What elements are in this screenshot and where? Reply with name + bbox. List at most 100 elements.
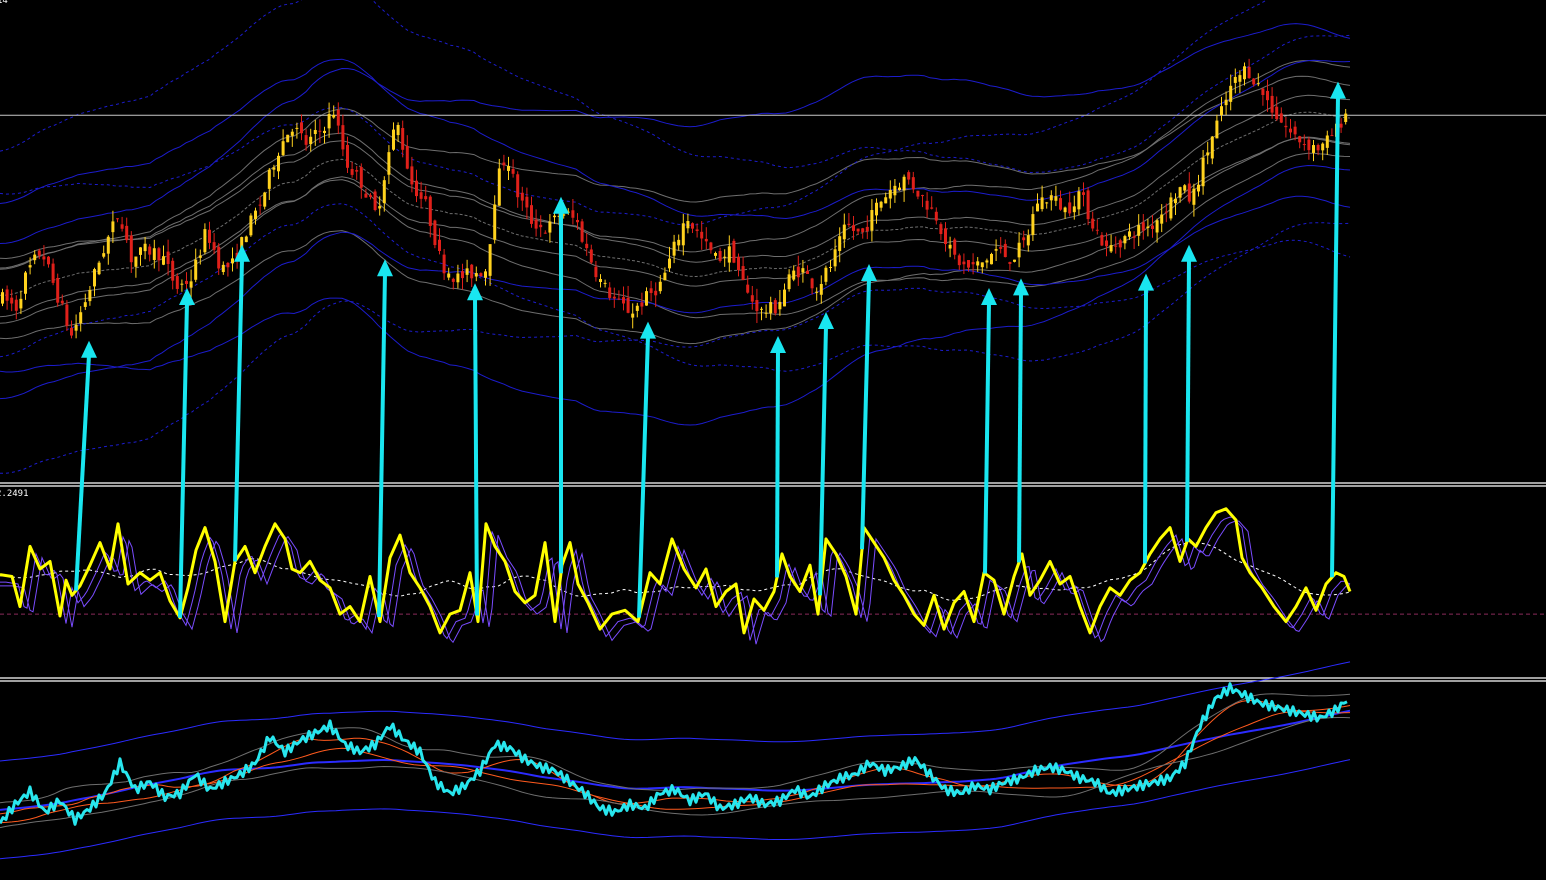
- candle-body: [631, 313, 635, 318]
- candle-body: [350, 169, 354, 175]
- candle-body: [1169, 197, 1173, 219]
- candle-body: [1123, 236, 1127, 244]
- signal-arrow-shaft: [233, 258, 244, 562]
- candle-body: [152, 248, 156, 260]
- candle-body: [19, 298, 23, 309]
- candle-body: [451, 278, 455, 282]
- candle-body: [888, 189, 892, 199]
- candle-body: [1302, 144, 1306, 146]
- candle-body: [194, 259, 198, 280]
- candle-body: [1137, 225, 1141, 236]
- candle-body: [911, 177, 915, 190]
- candle-body: [1155, 220, 1159, 233]
- candle-body: [1330, 135, 1334, 137]
- candle-body: [704, 238, 708, 242]
- candle-body: [649, 288, 653, 293]
- candle-body: [934, 211, 938, 221]
- candle-body: [571, 210, 575, 218]
- candle-body: [525, 196, 529, 208]
- signal-arrow-shaft: [178, 301, 189, 618]
- candle-body: [842, 224, 846, 240]
- candle-body: [1022, 237, 1026, 241]
- candle-body: [967, 260, 970, 268]
- candle-body: [410, 166, 414, 185]
- candle-body: [539, 224, 543, 228]
- candle-body: [419, 192, 423, 199]
- candle-body: [691, 223, 694, 229]
- envelope-band: [0, 0, 1351, 174]
- candle-body: [773, 300, 777, 314]
- signal-arrow-shaft: [637, 335, 650, 618]
- candle-body: [1187, 183, 1191, 202]
- price-scale-label: 14: [0, 0, 8, 6]
- candle-body: [677, 239, 681, 246]
- signal-arrow-shaft: [1185, 258, 1191, 542]
- candle-body: [424, 196, 428, 200]
- candle-body: [212, 242, 216, 250]
- candle-body: [405, 146, 409, 169]
- candle-body: [1206, 152, 1210, 156]
- candle-body: [1289, 128, 1292, 133]
- candle-body: [1164, 211, 1168, 213]
- candle-body: [1003, 243, 1007, 258]
- candle-body: [171, 260, 175, 281]
- candle-body: [1031, 214, 1035, 235]
- candle-body: [231, 258, 234, 264]
- candle-body: [37, 250, 41, 256]
- candle-body: [576, 219, 579, 223]
- lower-moving-average: [0, 711, 1351, 824]
- candle-body: [622, 297, 625, 304]
- candle-body: [373, 191, 377, 210]
- candle-body: [364, 193, 368, 198]
- candle-body: [14, 299, 18, 311]
- candle-body: [1201, 157, 1205, 187]
- candle-body: [1233, 76, 1237, 83]
- candle-body: [1114, 245, 1118, 247]
- candle-body: [654, 290, 658, 296]
- candle-body: [603, 282, 607, 284]
- candle-body: [948, 244, 952, 249]
- candle-body: [714, 253, 717, 256]
- candle-body: [304, 135, 308, 145]
- candle-body: [686, 221, 690, 229]
- candle-body: [208, 229, 211, 243]
- candle-body: [764, 312, 768, 314]
- candle-body: [378, 206, 382, 209]
- candle-body: [760, 308, 763, 310]
- candle-body: [755, 300, 759, 312]
- candle-body: [318, 130, 322, 132]
- candle-body: [111, 221, 115, 233]
- candle-body: [612, 296, 616, 299]
- candle-body: [359, 167, 363, 188]
- candle-body: [33, 254, 37, 261]
- candle-body: [1049, 195, 1053, 201]
- candle-body: [175, 276, 179, 289]
- candle-body: [433, 220, 437, 246]
- candle-body: [1100, 234, 1104, 246]
- candle-body: [824, 267, 828, 282]
- envelope-band: [0, 58, 1351, 220]
- candle-body: [336, 109, 340, 126]
- candle-body: [1344, 113, 1348, 122]
- candle-body: [1321, 143, 1325, 151]
- candle-body: [1082, 192, 1085, 195]
- candle-body: [47, 256, 50, 265]
- candle-body: [1316, 144, 1320, 151]
- up-arrow-icon: [981, 288, 997, 305]
- signal-arrow-shaft: [775, 349, 780, 578]
- candle-body: [1312, 145, 1315, 153]
- candle-body: [548, 221, 552, 233]
- candle-body: [189, 281, 193, 288]
- candle-body: [819, 283, 823, 295]
- up-arrow-icon: [1138, 273, 1154, 291]
- oscillator-level-label: 2.2491: [0, 489, 29, 499]
- candle-body: [1252, 78, 1256, 85]
- candle-body: [479, 273, 483, 277]
- oscillator-signal-line: [0, 520, 1351, 645]
- candle-body: [1238, 75, 1242, 82]
- candle-body: [60, 300, 64, 304]
- candle-body: [309, 136, 313, 145]
- candle-body: [907, 172, 911, 180]
- candle-body: [51, 263, 55, 283]
- candle-body: [1284, 125, 1288, 128]
